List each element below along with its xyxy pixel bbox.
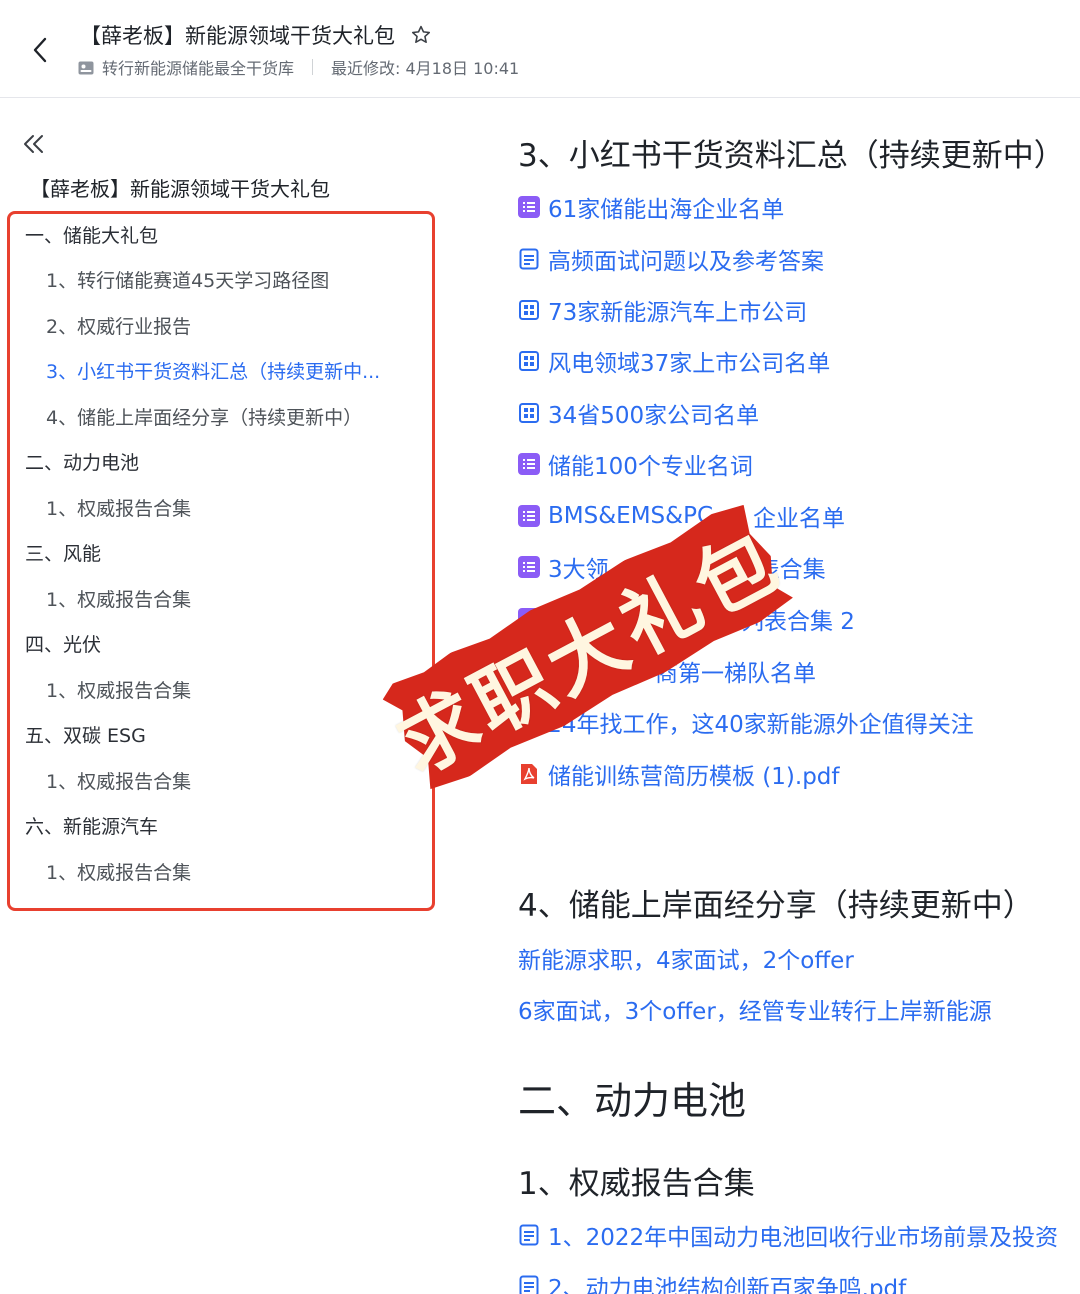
collapse-toc-button[interactable] bbox=[20, 130, 48, 158]
double-chevron-left-icon bbox=[24, 135, 43, 153]
link-label: 73家新能源汽车上市公司 bbox=[548, 300, 808, 326]
link-nev-listed-companies[interactable]: 73家新能源汽车上市公司 bbox=[518, 293, 807, 327]
document-body: 3、小红书干货资料汇总（持续更新中） 61家储能出海企业名单 高频面试问题以及参… bbox=[518, 0, 1080, 1294]
link-label: 3大领 bbox=[548, 557, 609, 583]
link-label: 高频面试问题以及参考答案 bbox=[548, 249, 824, 275]
link-label: 1、2022年中国动力电池回收行业市场前景及投资 bbox=[548, 1225, 1059, 1251]
link-storage-100-terms[interactable]: 储能100个专业名词 bbox=[518, 447, 753, 481]
wiki-space-icon bbox=[78, 60, 94, 75]
doc-title: 【薛老板】新能源领域干货大礼包 bbox=[80, 24, 395, 48]
link-label: 61家储能出海企业名单 bbox=[548, 197, 785, 223]
toc-title[interactable]: 【薛老板】新能源领域干货大礼包 bbox=[30, 173, 330, 202]
toc-item-nev[interactable]: 六、新能源汽车 bbox=[25, 812, 158, 839]
link-resume-template-pdf[interactable]: 储能训练营简历模板 (1).pdf bbox=[518, 757, 840, 791]
toc-item-learning-path[interactable]: 1、转行储能赛道45天学习路径图 bbox=[46, 266, 329, 293]
link-label-suffix: 池公司列表合集 2 bbox=[672, 609, 855, 635]
link-overseas-storage-list[interactable]: 61家储能出海企业名单 bbox=[518, 190, 784, 224]
link-battery-recycling-report[interactable]: 1、2022年中国动力电池回收行业市场前景及投资 bbox=[518, 1218, 1058, 1252]
title-row: 【薛老板】新能源领域干货大礼包 bbox=[80, 20, 433, 50]
part-2-sub-heading: 1、权威报告合集 bbox=[518, 1166, 755, 1202]
toc-item-esg-reports[interactable]: 1、权威报告合集 bbox=[46, 767, 191, 794]
pdf-icon bbox=[518, 763, 540, 785]
doc-meta: 转行新能源储能最全干货库 最近修改: 4月18日 10:41 bbox=[78, 55, 519, 79]
link-34-provinces-companies[interactable]: 34省500家公司名单 bbox=[518, 396, 759, 430]
doc-icon bbox=[518, 1224, 540, 1246]
toc-item-wind[interactable]: 三、风能 bbox=[25, 539, 101, 566]
toc-item-solar-reports[interactable]: 1、权威报告合集 bbox=[46, 676, 191, 703]
toc-item-wind-reports[interactable]: 1、权威报告合集 bbox=[46, 585, 191, 612]
link-label-suffix: 企业名单 bbox=[753, 506, 845, 532]
link-battery-structure-pdf[interactable]: 2、动力电池结构创新百家争鸣.pdf bbox=[518, 1269, 906, 1294]
link-storage-top-tier[interactable]: 储能厂商第一梯队名单 bbox=[518, 654, 816, 688]
doc-icon bbox=[518, 1275, 540, 1294]
star-icon[interactable] bbox=[409, 23, 433, 47]
toc-item-battery-reports[interactable]: 1、权威报告合集 bbox=[46, 494, 191, 521]
link-label: 储能100个专业名词 bbox=[548, 454, 753, 480]
toc-item-solar[interactable]: 四、光伏 bbox=[25, 630, 101, 657]
toc-item-power-battery[interactable]: 二、动力电池 bbox=[25, 448, 139, 475]
link-interview-4-companies[interactable]: 新能源求职，4家面试，2个offer bbox=[518, 941, 854, 975]
toc-item-interview-share[interactable]: 4、储能上岸面经分享（持续更新中） bbox=[46, 403, 362, 430]
toc-item-industry-report[interactable]: 2、权威行业报告 bbox=[46, 312, 191, 339]
table-icon bbox=[518, 402, 540, 424]
section-3-heading: 3、小红书干货资料汇总（持续更新中） bbox=[518, 138, 1065, 174]
link-three-fields-list[interactable]: 3大领 表合集 bbox=[518, 550, 826, 584]
list-icon bbox=[518, 196, 540, 218]
link-interview-6-companies[interactable]: 6家面试，3个offer，经管专业转行上岸新能源 bbox=[518, 992, 992, 1026]
link-label: BMS&EMS&PC bbox=[548, 503, 713, 529]
wiki-space-name[interactable]: 转行新能源储能最全干货库 bbox=[102, 55, 294, 79]
link-label: 2、动力电池结构创新百家争鸣.pdf bbox=[548, 1276, 907, 1294]
back-button[interactable] bbox=[22, 30, 58, 70]
doc-icon bbox=[518, 248, 540, 270]
toc-item-xhs-summary[interactable]: 3、小红书干货资料汇总（持续更新中... bbox=[46, 357, 380, 384]
toc-item-nev-reports[interactable]: 1、权威报告合集 bbox=[46, 858, 191, 885]
meta-divider bbox=[312, 59, 314, 75]
toc-item-carbon-esg[interactable]: 五、双碳 ESG bbox=[25, 721, 146, 748]
part-2-heading: 二、动力电池 bbox=[518, 1079, 747, 1123]
link-wind-listed-companies[interactable]: 风电领域37家上市公司名单 bbox=[518, 344, 830, 378]
chevron-left-icon bbox=[33, 37, 47, 63]
table-icon bbox=[518, 299, 540, 321]
link-label: 储能训练营简历模板 (1).pdf bbox=[548, 764, 840, 790]
list-icon bbox=[518, 505, 540, 527]
link-battery-company-list-2[interactable]: 池公司列表合集 2 bbox=[518, 602, 855, 636]
last-modified: 最近修改: 4月18日 10:41 bbox=[331, 59, 520, 78]
link-label: 风电领域37家上市公司名单 bbox=[548, 351, 831, 377]
link-label-suffix: 储能厂商第一梯队名单 bbox=[586, 661, 816, 687]
list-icon bbox=[518, 608, 540, 630]
toc-item-storage-pack[interactable]: 一、储能大礼包 bbox=[25, 221, 158, 248]
link-label: 34省500家公司名单 bbox=[548, 403, 760, 429]
link-bms-ems-pcs-companies[interactable]: BMS&EMS&PC 企业名单 bbox=[518, 499, 845, 533]
list-icon bbox=[518, 556, 540, 578]
section-4-heading: 4、储能上岸面经分享（持续更新中） bbox=[518, 888, 1034, 924]
link-40-foreign-companies[interactable]: 2024年找工作，这40家新能源外企值得关注 bbox=[518, 705, 974, 739]
table-icon bbox=[518, 350, 540, 372]
link-label-suffix: 表合集 bbox=[756, 557, 826, 583]
link-interview-questions[interactable]: 高频面试问题以及参考答案 bbox=[518, 242, 824, 276]
list-icon bbox=[518, 453, 540, 475]
